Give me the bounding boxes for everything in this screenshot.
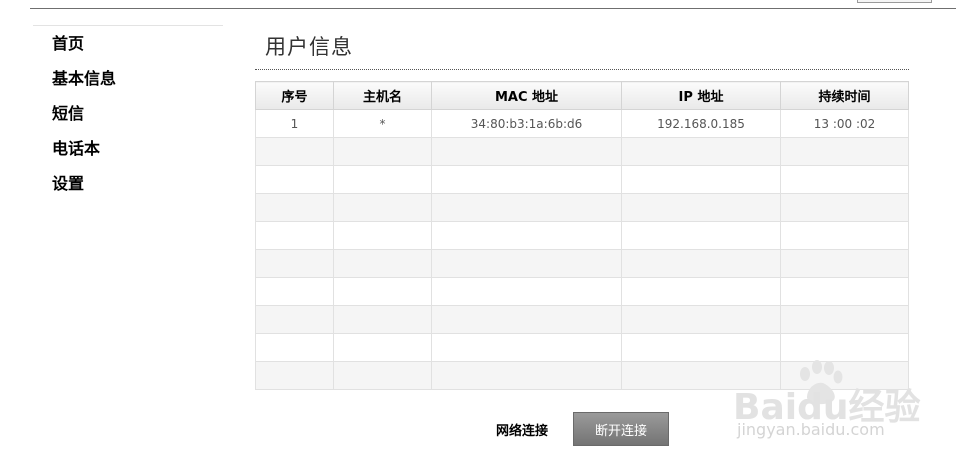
cell-duration (780, 193, 909, 222)
cell-index: 1 (255, 109, 334, 138)
cell-index (255, 305, 334, 334)
table-row (255, 277, 909, 306)
cell-hostname: * (333, 109, 432, 138)
router-admin-page: 首页 基本信息 短信 电话本 设置 用户信息 序号 主机名 MAC 地址 IP … (0, 0, 956, 463)
cell-index (255, 137, 334, 166)
cell-mac (431, 137, 622, 166)
cell-index (255, 193, 334, 222)
title-divider (255, 69, 909, 70)
page-title: 用户信息 (265, 35, 353, 59)
cell-duration (780, 361, 909, 390)
table-row (255, 165, 909, 194)
cell-ip (621, 165, 781, 194)
table-body: 1 * 34:80:b3:1a:6b:d6 192.168.0.185 13 :00 :… (255, 109, 909, 390)
sidebar-item-sms[interactable]: 短信 (33, 97, 223, 132)
table-header-row: 序号 主机名 MAC 地址 IP 地址 持续时间 (255, 81, 909, 110)
cell-ip (621, 193, 781, 222)
cell-ip (621, 361, 781, 390)
cell-mac: 34:80:b3:1a:6b:d6 (431, 109, 622, 138)
sidebar-item-basic-info[interactable]: 基本信息 (33, 62, 223, 97)
table-row (255, 137, 909, 166)
cell-mac (431, 277, 622, 306)
cell-mac (431, 305, 622, 334)
cell-hostname (333, 221, 432, 250)
cell-ip (621, 137, 781, 166)
cell-hostname (333, 277, 432, 306)
sidebar-item-settings[interactable]: 设置 (33, 167, 223, 202)
cell-hostname (333, 305, 432, 334)
cell-hostname (333, 249, 432, 278)
cell-mac (431, 221, 622, 250)
table-row (255, 221, 909, 250)
cell-mac (431, 333, 622, 362)
cell-index (255, 333, 334, 362)
cell-hostname (333, 333, 432, 362)
cell-duration: 13 :00 :02 (780, 109, 909, 138)
table-row (255, 249, 909, 278)
cell-duration (780, 305, 909, 334)
column-header-index: 序号 (255, 81, 334, 110)
cell-ip (621, 249, 781, 278)
table-row (255, 193, 909, 222)
cell-hostname (333, 361, 432, 390)
sidebar-nav: 首页 基本信息 短信 电话本 设置 (33, 25, 223, 202)
top-divider (30, 8, 956, 9)
cell-duration (780, 333, 909, 362)
cell-index (255, 165, 334, 194)
column-header-duration: 持续时间 (780, 81, 909, 110)
table-row (255, 333, 909, 362)
sidebar-item-home[interactable]: 首页 (33, 27, 223, 62)
column-header-ip: IP 地址 (621, 81, 781, 110)
cell-index (255, 277, 334, 306)
cell-hostname (333, 165, 432, 194)
column-header-hostname: 主机名 (333, 81, 432, 110)
cell-ip (621, 333, 781, 362)
cell-ip (621, 305, 781, 334)
cell-hostname (333, 193, 432, 222)
cell-index (255, 221, 334, 250)
table-row (255, 361, 909, 390)
cell-mac (431, 165, 622, 194)
cell-ip (621, 277, 781, 306)
cell-hostname (333, 137, 432, 166)
cell-mac (431, 193, 622, 222)
top-tab-edge (857, 0, 932, 3)
table-row (255, 305, 909, 334)
column-header-mac: MAC 地址 (431, 81, 622, 110)
cell-ip: 192.168.0.185 (621, 109, 781, 138)
cell-duration (780, 165, 909, 194)
user-info-table: 序号 主机名 MAC 地址 IP 地址 持续时间 1 * 34:80:b3:1a:6… (255, 81, 909, 390)
cell-index (255, 249, 334, 278)
watermark-url: jingyan.baidu.com (737, 420, 885, 439)
cell-ip (621, 221, 781, 250)
table-row: 1 * 34:80:b3:1a:6b:d6 192.168.0.185 13 :00 :… (255, 109, 909, 138)
disconnect-button[interactable]: 断开连接 (573, 412, 669, 446)
network-connection-label: 网络连接 (496, 424, 549, 439)
sidebar-item-phonebook[interactable]: 电话本 (33, 132, 223, 167)
cell-duration (780, 277, 909, 306)
cell-duration (780, 137, 909, 166)
cell-mac (431, 249, 622, 278)
cell-index (255, 361, 334, 390)
cell-duration (780, 221, 909, 250)
cell-mac (431, 361, 622, 390)
cell-duration (780, 249, 909, 278)
